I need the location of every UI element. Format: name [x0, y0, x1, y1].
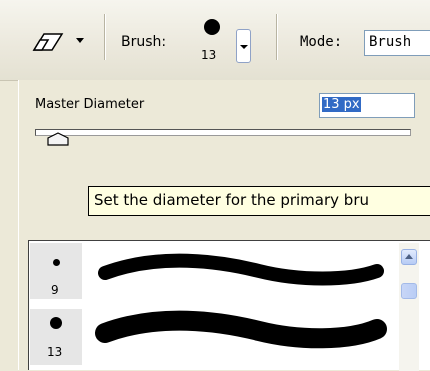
brush-thumbnail: 13 — [30, 309, 82, 365]
mode-label: Mode: — [300, 34, 343, 50]
list-item[interactable]: 13 — [29, 309, 391, 365]
tool-preset-dropdown-icon[interactable] — [76, 38, 84, 43]
master-diameter-input[interactable]: 13 px — [319, 93, 415, 118]
brush-size-label: 9 — [51, 283, 59, 297]
diameter-slider-track[interactable] — [35, 129, 411, 136]
scrollbar-thumb[interactable] — [401, 283, 417, 299]
options-bar: Brush: 13 Mode: Brush — [0, 0, 430, 81]
brush-size-label: 13 — [47, 345, 63, 359]
brush-stroke-preview — [95, 310, 387, 349]
chevron-down-icon — [240, 45, 248, 49]
diameter-value: 13 px — [322, 97, 361, 112]
brush-tip-icon — [53, 259, 60, 266]
brush-thumbnail: 9 — [30, 243, 82, 299]
master-diameter-label: Master Diameter — [35, 97, 145, 112]
tooltip: Set the diameter for the primary bru — [88, 186, 430, 216]
brush-tip-icon — [50, 317, 62, 329]
brush-picker-button[interactable] — [236, 29, 251, 63]
brush-stroke-preview — [98, 253, 384, 286]
brush-label: Brush: — [121, 34, 167, 50]
list-scrollbar[interactable] — [399, 243, 419, 371]
mode-select[interactable]: Brush — [364, 30, 430, 56]
eraser-icon[interactable] — [24, 30, 64, 54]
brush-preset-list: 9 13 — [28, 240, 430, 371]
diameter-slider-thumb[interactable] — [47, 132, 69, 146]
brush-preview-dot[interactable] — [204, 19, 220, 35]
list-item[interactable]: 9 — [29, 243, 391, 299]
scroll-up-icon[interactable] — [401, 249, 417, 265]
brush-size-label: 13 — [201, 48, 217, 62]
